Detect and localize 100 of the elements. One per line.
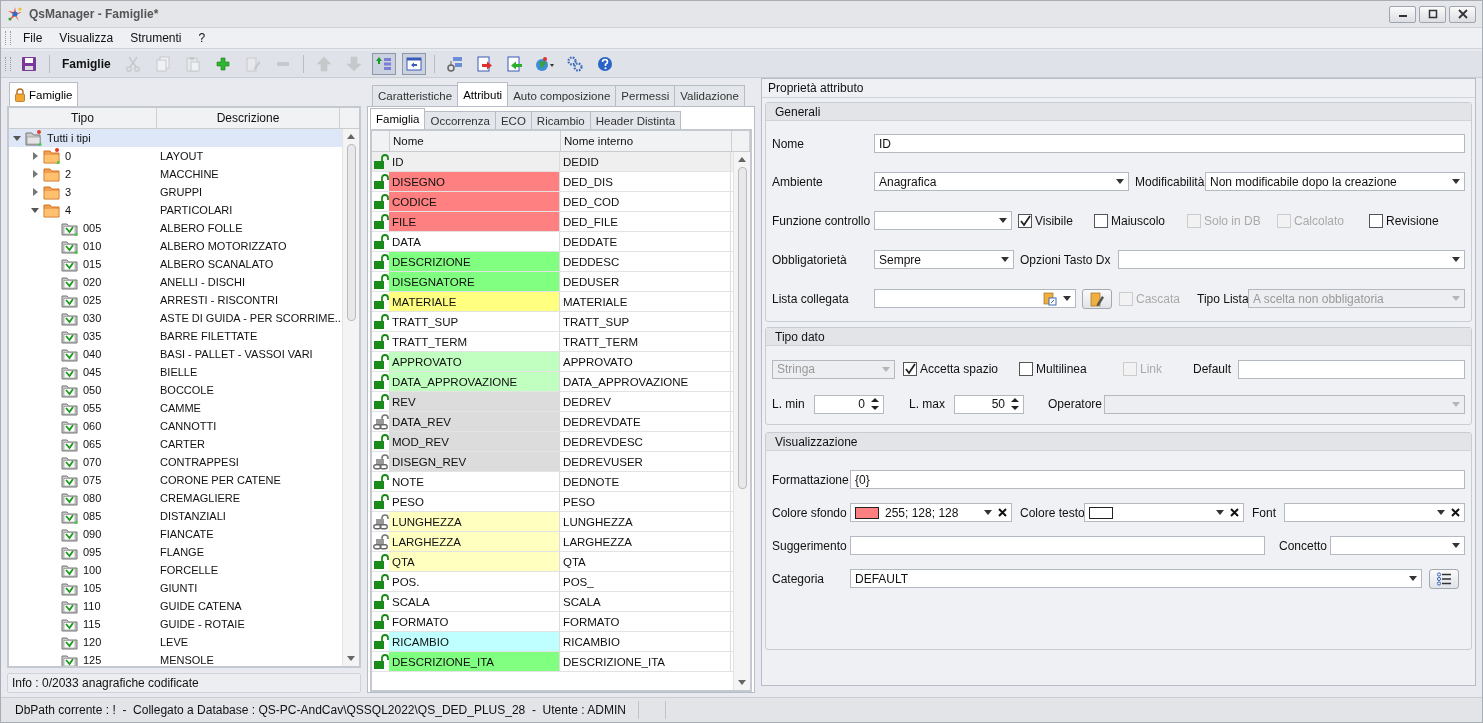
dropdown-field[interactable] [874, 211, 1012, 230]
tree-row[interactable]: 045 BIELLE [9, 363, 342, 381]
table-cell[interactable]: DATA [389, 232, 560, 251]
tree-row[interactable]: 040 BASI - PALLET - VASSOI VARI [9, 345, 342, 363]
tree-row[interactable]: 030 ASTE DI GUIDA - PER SCORRIME... [9, 309, 342, 327]
tree-row[interactable]: 095 FLANGE [9, 543, 342, 561]
dropdown-field[interactable] [1284, 503, 1465, 522]
column-header[interactable]: Descrizione [157, 108, 340, 128]
menu-item[interactable]: Strumenti [130, 31, 182, 45]
table-row[interactable]: MATERIALE MATERIALE [372, 292, 733, 312]
table-cell[interactable]: DEDID [560, 152, 731, 171]
checkbox[interactable]: Maiuscolo [1094, 213, 1187, 228]
color-picker[interactable] [1084, 503, 1244, 522]
table-row[interactable]: QTA QTA [372, 552, 733, 572]
table-cell[interactable]: LARGHEZZA [560, 532, 731, 551]
table-row[interactable]: DISEGNATORE DEDUSER [372, 272, 733, 292]
dropdown-field[interactable]: Non modificabile dopo la creazione [1205, 172, 1465, 191]
color-picker[interactable]: 255; 128; 128 [850, 503, 1012, 522]
table-cell[interactable]: DEDNOTE [560, 472, 731, 491]
table-cell[interactable]: SCALA [389, 592, 560, 611]
dropdown-field[interactable]: DEFAULT [850, 569, 1422, 588]
table-cell[interactable]: REV [389, 392, 560, 411]
scrollbar[interactable] [342, 129, 359, 666]
spin-field[interactable]: 50 [954, 394, 1024, 414]
table-cell[interactable]: DATA_APPROVAZIONE [560, 372, 731, 391]
tree-row[interactable]: 055 CAMME [9, 399, 342, 417]
dropdown-field[interactable]: Sempre [874, 250, 1014, 269]
input-field[interactable] [850, 536, 1265, 555]
tab[interactable]: Occorrenza [424, 111, 496, 129]
toolbar-button[interactable] [401, 53, 426, 75]
scroll-thumb[interactable] [346, 144, 356, 321]
tree-row[interactable]: 050 BOCCOLE [9, 381, 342, 399]
list-button[interactable] [1429, 568, 1459, 589]
tab[interactable]: Header Distinta [589, 111, 682, 129]
table-cell[interactable]: CODICE [389, 192, 560, 211]
table-cell[interactable]: ID [389, 152, 560, 171]
table-cell[interactable]: DESCRIZIONE_ITA [560, 652, 731, 671]
tab[interactable]: Famiglie [9, 82, 79, 106]
checkbox[interactable]: Revisione [1369, 213, 1465, 228]
tree-row[interactable]: 010 ALBERO MOTORIZZATO [9, 237, 342, 255]
dropdown-field[interactable] [1118, 250, 1465, 269]
table-cell[interactable]: PESO [389, 492, 560, 511]
table-cell[interactable]: FORMATO [560, 612, 731, 631]
tree-row[interactable]: 015 ALBERO SCANALATO [9, 255, 342, 273]
scroll-up-icon[interactable] [738, 157, 746, 162]
table-cell[interactable]: TRATT_SUP [389, 312, 560, 331]
dropdown-field[interactable] [874, 289, 1076, 308]
tree-row[interactable]: 025 ARRESTI - RISCONTRI [9, 291, 342, 309]
table-cell[interactable]: DED_DIS [560, 172, 731, 191]
tree-row[interactable]: 075 CORONE PER CATENE [9, 471, 342, 489]
menu-item[interactable]: ? [198, 31, 206, 45]
table-cell[interactable]: POS. [389, 572, 560, 591]
table-row[interactable]: APPROVATO APPROVATO [372, 352, 733, 372]
tree-row[interactable]: 125 MENSOLE [9, 651, 342, 666]
table-cell[interactable]: LUNGHEZZA [560, 512, 731, 531]
table-cell[interactable]: RICAMBIO [560, 632, 731, 651]
scroll-up-icon[interactable] [347, 134, 355, 139]
table-row[interactable]: DESCRIZIONE_ITA DESCRIZIONE_ITA [372, 652, 733, 672]
tree-row[interactable]: 020 ANELLI - DISCHI [9, 273, 342, 291]
spin-field[interactable]: 0 [814, 394, 884, 414]
table-cell[interactable]: DATA_REV [389, 412, 560, 431]
tab[interactable]: Validazione [674, 85, 745, 106]
table-row[interactable]: TRATT_SUP TRATT_SUP [372, 312, 733, 332]
tab[interactable]: Permessi [615, 85, 676, 106]
collapse-arrow-icon[interactable] [31, 206, 39, 214]
table-cell[interactable]: TRATT_TERM [389, 332, 560, 351]
tree-row[interactable]: 0 LAYOUT [9, 147, 342, 165]
tree-row[interactable]: Tutti i tipi [9, 129, 342, 147]
table-row[interactable]: LUNGHEZZA LUNGHEZZA [372, 512, 733, 532]
scroll-down-icon[interactable] [738, 680, 746, 685]
menu-item[interactable]: File [23, 31, 43, 45]
table-row[interactable]: POS. POS_ [372, 572, 733, 592]
table-cell[interactable]: APPROVATO [389, 352, 560, 371]
tree-row[interactable]: 110 GUIDE CATENA [9, 597, 342, 615]
table-cell[interactable]: FILE [389, 212, 560, 231]
minimize-button[interactable] [1389, 5, 1416, 23]
table-cell[interactable]: FORMATO [389, 612, 560, 631]
table-row[interactable]: DISEGNO DED_DIS [372, 172, 733, 192]
scrollbar[interactable] [733, 152, 750, 690]
table-cell[interactable]: DEDDATE [560, 232, 731, 251]
table-cell[interactable]: DESCRIZIONE [389, 252, 560, 271]
scroll-down-icon[interactable] [347, 656, 355, 661]
table-row[interactable]: LARGHEZZA LARGHEZZA [372, 532, 733, 552]
table-cell[interactable]: DISEGN_REV [389, 452, 560, 471]
tree-row[interactable]: 070 CONTRAPPESI [9, 453, 342, 471]
table-cell[interactable]: MATERIALE [560, 292, 731, 311]
table-cell[interactable]: LUNGHEZZA [389, 512, 560, 531]
tree-row[interactable]: 3 GRUPPI [9, 183, 342, 201]
column-header[interactable]: Tipo [9, 108, 157, 128]
close-button[interactable] [1449, 5, 1476, 23]
table-cell[interactable]: MOD_REV [389, 432, 560, 451]
dropdown-field[interactable]: Anagrafica [874, 172, 1129, 191]
table-cell[interactable]: QTA [389, 552, 560, 571]
checkbox[interactable]: Multilinea [1019, 362, 1123, 376]
tree-row[interactable]: 080 CREMAGLIERE [9, 489, 342, 507]
table-cell[interactable]: QTA [560, 552, 731, 571]
table-cell[interactable]: TRATT_SUP [560, 312, 731, 331]
tab[interactable]: Caratteristiche [372, 85, 459, 106]
table-cell[interactable]: DEDREV [560, 392, 731, 411]
table-row[interactable]: SCALA SCALA [372, 592, 733, 612]
